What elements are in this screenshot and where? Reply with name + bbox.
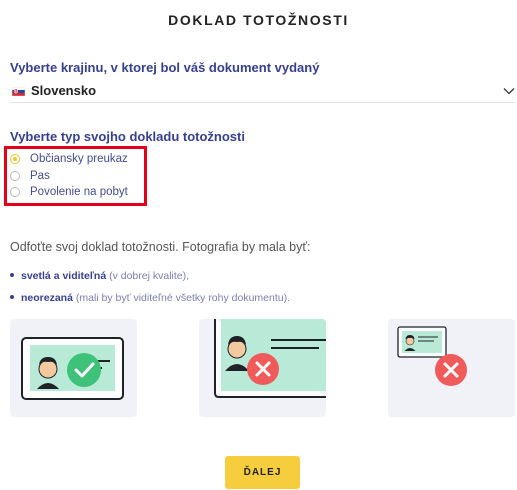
next-button[interactable]: ĎALEJ: [225, 456, 300, 489]
example-correct: [10, 319, 137, 417]
radio-button-checked[interactable]: [10, 154, 20, 164]
example-too-small: [388, 319, 515, 417]
bullet-item: svetlá a viditeľná (v dobrej kvalite),: [10, 270, 189, 282]
radio-label: Občiansky preukaz: [30, 153, 128, 165]
id-card-small-illustration: [397, 326, 467, 386]
bullet-detail: (mali by byť viditeľné všetky rohy dokum…: [72, 292, 291, 304]
doc-type-label: Vyberte typ svojho dokladu totožnosti: [10, 129, 245, 144]
bullet-dot: [10, 295, 14, 300]
radio-label: Povolenie na pobyt: [30, 186, 128, 198]
page-title: DOKLAD TOTOŽNOSTI: [168, 12, 349, 28]
id-card-cropped-illustration: [214, 319, 326, 398]
country-select[interactable]: Slovensko: [10, 82, 515, 103]
chevron-down-icon[interactable]: [503, 87, 515, 95]
slovakia-flag-icon: [12, 87, 25, 96]
radio-button[interactable]: [10, 187, 20, 197]
country-label: Vyberte krajinu, v ktorej bol váš dokume…: [10, 60, 320, 75]
id-card-correct-illustration: [21, 337, 124, 400]
bullet-strong: neorezaná: [21, 292, 73, 304]
instruction-text: Odfoťte svoj doklad totožnosti. Fotograf…: [10, 240, 311, 254]
bullet-dot: [10, 273, 14, 278]
bullet-item: neorezaná (mali by byť viditeľné všetky …: [10, 292, 290, 304]
example-cropped: [199, 319, 326, 417]
bullet-strong: svetlá a viditeľná: [21, 270, 107, 282]
radio-button[interactable]: [10, 171, 20, 181]
country-value: Slovensko: [31, 83, 97, 98]
radio-label: Pas: [30, 170, 50, 182]
bullet-detail: (v dobrej kvalite),: [106, 270, 190, 282]
